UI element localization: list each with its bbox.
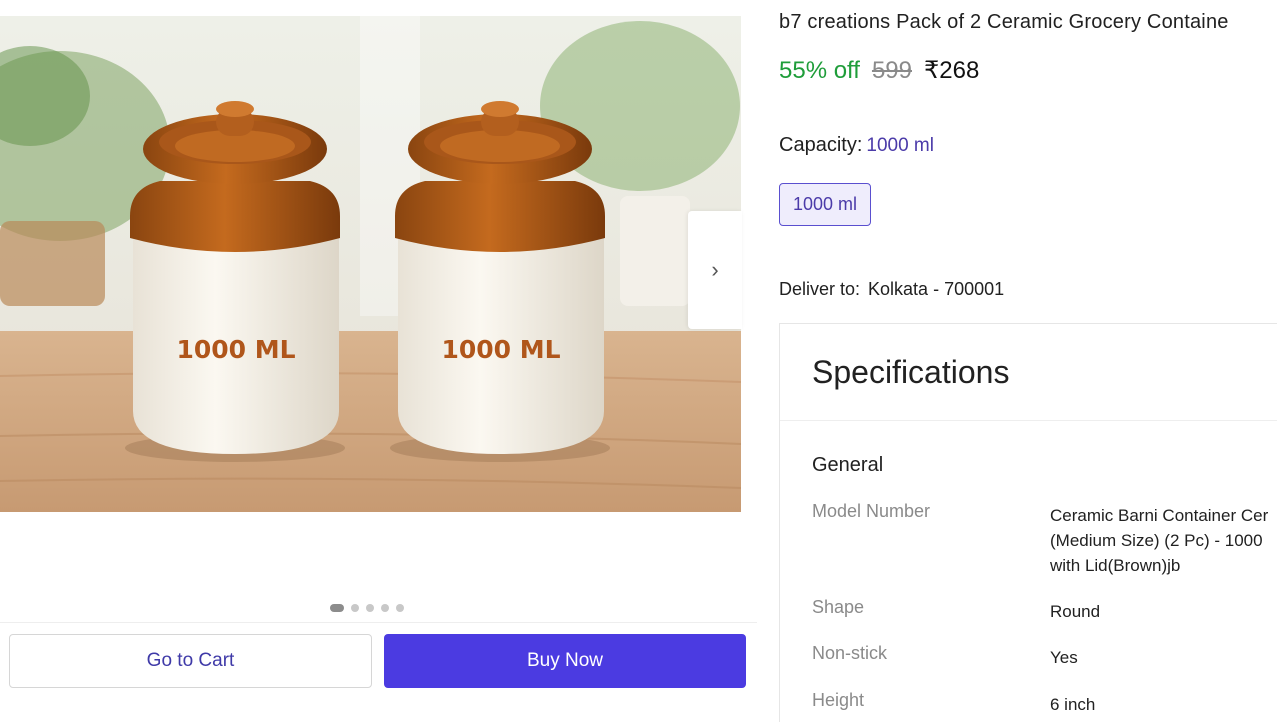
spec-value: Yes <box>1050 648 1078 667</box>
capacity-label-row: Capacity: 1000 ml <box>779 134 934 157</box>
jar-label-left: 1000 ML <box>176 335 295 364</box>
capacity-selected: 1000 ml <box>866 135 934 156</box>
product-title: b7 creations Pack of 2 Ceramic Grocery C… <box>779 11 1229 33</box>
spec-value: 6 inch <box>1050 695 1096 714</box>
capacity-option-1000ml[interactable]: 1000 ml <box>779 183 871 226</box>
spec-value-line: with Lid(Brown)jb <box>1050 556 1181 575</box>
spec-section-general: General <box>812 454 884 476</box>
selling-price: ₹268 <box>924 57 980 84</box>
spec-key: Shape <box>812 597 865 617</box>
spec-key: Height <box>812 690 865 710</box>
delivery-location: Kolkata - 700001 <box>868 279 1005 299</box>
delivery-row[interactable]: Deliver to: Kolkata - 700001 <box>779 279 1004 300</box>
specifications-heading: Specifications <box>780 324 1277 421</box>
go-to-cart-button[interactable]: Go to Cart <box>9 634 372 688</box>
carousel-dot[interactable] <box>396 604 404 612</box>
next-image-button[interactable]: › <box>688 211 742 329</box>
product-photo: 1000 ML 1000 ML <box>0 16 741 512</box>
capacity-label: Capacity: <box>779 134 863 156</box>
specifications-card: Specifications General Model Number Cera… <box>779 323 1277 722</box>
spec-value: Round <box>1050 602 1101 621</box>
spec-key: Non-stick <box>812 643 888 663</box>
carousel-dot[interactable] <box>366 604 374 612</box>
deliver-label: Deliver to: <box>779 279 861 299</box>
price-row: 55% off 599 ₹268 <box>779 56 979 85</box>
product-image[interactable]: 1000 ML 1000 ML <box>0 16 741 512</box>
carousel-dot[interactable] <box>351 604 359 612</box>
discount-percent: 55% off <box>779 57 860 84</box>
jar-label-right: 1000 ML <box>441 335 560 364</box>
buy-now-button[interactable]: Buy Now <box>384 634 746 688</box>
original-price: 599 <box>871 57 912 84</box>
chevron-right-icon: › <box>711 257 719 282</box>
spec-value: Ceramic Barni Container Cer (Medium Size… <box>1050 503 1268 578</box>
spec-value-line: Ceramic Barni Container Cer <box>1050 506 1269 525</box>
carousel-dot[interactable] <box>330 604 344 612</box>
carousel-dots <box>330 604 404 612</box>
spec-value-line: (Medium Size) (2 Pc) - 1000 <box>1050 531 1263 550</box>
carousel-dot[interactable] <box>381 604 389 612</box>
action-bar: Go to Cart Buy Now <box>0 622 757 700</box>
spec-key: Model Number <box>812 501 931 521</box>
